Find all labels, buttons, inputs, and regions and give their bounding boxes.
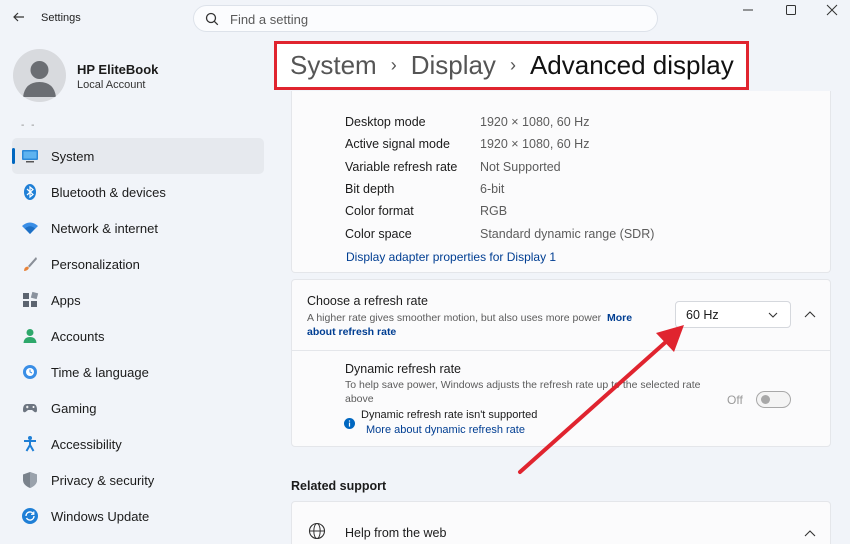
wifi-icon <box>22 222 38 234</box>
sidebar-item-label: Gaming <box>51 401 97 416</box>
sidebar-item-accounts[interactable]: Accounts <box>12 318 264 354</box>
info-key: Desktop mode <box>345 115 426 129</box>
sidebar-item-time-language[interactable]: Time & language <box>12 354 264 390</box>
collapsed-indicator: - - <box>21 120 37 131</box>
accessibility-icon <box>24 436 36 452</box>
brush-icon <box>24 257 37 271</box>
close-icon[interactable] <box>825 3 839 17</box>
dynamic-refresh-note: Dynamic refresh rate isn't supported <box>361 409 538 421</box>
info-icon <box>344 418 355 429</box>
breadcrumb-system[interactable]: System <box>290 50 377 81</box>
back-arrow-icon[interactable] <box>10 8 28 26</box>
refresh-rate-description: A higher rate gives smoother motion, but… <box>307 311 667 339</box>
sidebar-item-label: Windows Update <box>51 509 150 524</box>
refresh-rate-desc-text: A higher rate gives smoother motion, but… <box>307 312 602 324</box>
sidebar-item-label: Network & internet <box>51 221 158 236</box>
sidebar-item-network[interactable]: Network & internet <box>12 210 264 246</box>
sidebar-item-label: Accounts <box>51 329 105 344</box>
bluetooth-icon <box>24 184 36 200</box>
person-icon <box>23 329 37 343</box>
info-key: Active signal mode <box>345 137 450 151</box>
refresh-rate-dropdown[interactable]: 60 Hz <box>675 301 791 328</box>
minimize-icon[interactable] <box>741 3 755 17</box>
chevron-up-icon[interactable] <box>803 527 817 541</box>
divider <box>292 350 830 351</box>
sidebar-item-apps[interactable]: Apps <box>12 282 264 318</box>
dynamic-refresh-title: Dynamic refresh rate <box>345 362 462 376</box>
sidebar-item-label: Time & language <box>51 365 149 380</box>
profile-name: HP EliteBook <box>77 62 159 77</box>
more-about-refresh-rate-link[interactable]: More <box>607 312 632 324</box>
maximize-icon[interactable] <box>784 3 798 17</box>
info-value: 1920 × 1080, 60 Hz <box>480 115 590 129</box>
info-key: Variable refresh rate <box>345 160 458 174</box>
adapter-properties-link[interactable]: Display adapter properties for Display 1 <box>346 250 556 264</box>
title-bar: Settings <box>0 0 850 38</box>
dynamic-refresh-link[interactable]: More about dynamic refresh rate <box>366 424 525 436</box>
sidebar-item-gaming[interactable]: Gaming <box>12 390 264 426</box>
search-icon <box>205 12 219 26</box>
display-info-card: Desktop mode 1920 × 1080, 60 Hz Active s… <box>291 91 831 273</box>
info-value: Standard dynamic range (SDR) <box>480 227 655 241</box>
refresh-rate-title: Choose a refresh rate <box>307 294 428 308</box>
app-title: Settings <box>41 12 81 24</box>
gamepad-icon <box>23 404 37 413</box>
search-input[interactable] <box>230 10 640 28</box>
toggle-state-label: Off <box>727 393 743 407</box>
related-support-header: Related support <box>291 479 387 493</box>
info-key: Color format <box>345 204 414 218</box>
page-title: Advanced display <box>529 50 734 80</box>
help-from-web-card[interactable]: Help from the web <box>291 501 831 544</box>
sidebar-item-accessibility[interactable]: Accessibility <box>12 426 264 462</box>
breadcrumb-separator: › <box>390 55 397 75</box>
dynamic-refresh-description: To help save power, Windows adjusts the … <box>345 379 701 405</box>
update-icon <box>22 508 38 524</box>
breadcrumb-display[interactable]: Display <box>411 50 496 81</box>
avatar[interactable] <box>13 49 66 102</box>
info-value: 6-bit <box>480 182 505 196</box>
chevron-up-icon[interactable] <box>803 308 817 322</box>
sidebar-item-system[interactable]: System <box>12 138 264 174</box>
sidebar-item-label: System <box>51 149 95 164</box>
info-value: RGB <box>480 204 508 218</box>
dynamic-refresh-toggle[interactable] <box>756 391 791 408</box>
chevron-down-icon <box>768 312 778 318</box>
sidebar-item-windows-update[interactable]: Windows Update <box>12 498 264 534</box>
sidebar-item-label: Accessibility <box>51 437 122 452</box>
refresh-rate-selected: 60 Hz <box>686 308 719 322</box>
refresh-rate-card: Choose a refresh rate A higher rate give… <box>291 279 831 447</box>
help-from-web-label: Help from the web <box>345 526 447 540</box>
sidebar-item-privacy[interactable]: Privacy & security <box>12 462 264 498</box>
globe-icon <box>308 522 326 540</box>
sidebar-nav: System Bluetooth & devices Network & int… <box>12 138 264 534</box>
info-value: 1920 × 1080, 60 Hz <box>480 137 590 151</box>
info-key: Bit depth <box>345 182 395 196</box>
monitor-icon <box>22 150 38 163</box>
toggle-knob <box>761 395 770 404</box>
more-about-refresh-rate-link-2[interactable]: about refresh rate <box>307 326 396 338</box>
profile-account-type: Local Account <box>77 79 146 91</box>
apps-icon <box>23 291 39 307</box>
info-key: Color space <box>345 227 412 241</box>
breadcrumb-separator: › <box>509 55 516 75</box>
sidebar-item-bluetooth[interactable]: Bluetooth & devices <box>12 174 264 210</box>
user-silhouette-icon <box>23 61 56 97</box>
search-box[interactable] <box>193 5 658 32</box>
breadcrumb: System › Display › Advanced display <box>274 41 749 90</box>
sidebar-item-label: Privacy & security <box>51 473 155 488</box>
shield-icon <box>23 472 37 488</box>
sidebar-item-label: Personalization <box>51 257 140 272</box>
sidebar-item-label: Bluetooth & devices <box>51 185 166 200</box>
info-value: Not Supported <box>480 160 561 174</box>
sidebar-item-label: Apps <box>51 293 81 308</box>
globe-clock-icon <box>23 365 37 379</box>
sidebar-item-personalization[interactable]: Personalization <box>12 246 264 282</box>
